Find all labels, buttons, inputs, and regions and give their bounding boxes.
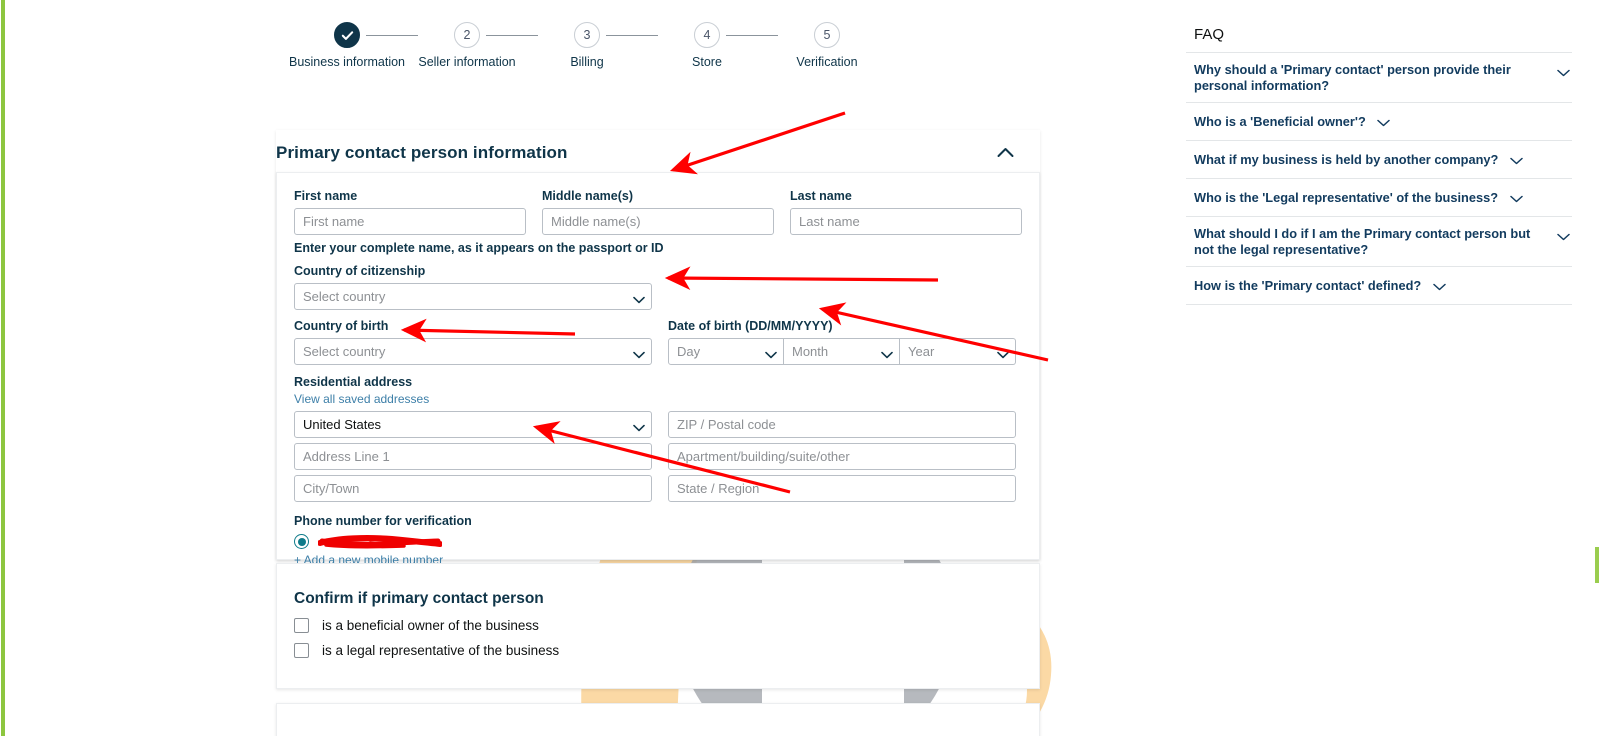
faq-question: What should I do if I am the Primary con…: [1194, 226, 1531, 257]
chevron-up-icon[interactable]: [993, 142, 1018, 165]
dob-day-select[interactable]: Day: [668, 338, 784, 365]
address-country-select[interactable]: United States: [294, 411, 652, 438]
left-accent-rail: [1, 0, 5, 736]
address-country-wrap: United States: [294, 411, 652, 438]
phone-number-option[interactable]: [294, 534, 1022, 549]
chevron-down-icon: [1509, 188, 1523, 208]
dob-month-wrap: Month: [784, 338, 900, 365]
city-input[interactable]: [294, 475, 652, 502]
date-of-birth-label: Date of birth (DD/MM/YYYY): [668, 319, 833, 333]
page-title: Primary contact person information: [276, 143, 568, 162]
faq-panel: FAQ Why should a 'Primary contact' perso…: [1186, 20, 1572, 305]
name-help-text: Enter your complete name, as it appears …: [294, 241, 664, 255]
zip-input[interactable]: [668, 411, 1016, 438]
name-fields-row: First name Middle name(s) Last name: [294, 189, 1022, 235]
faq-item-primary-contact-personal-info[interactable]: Why should a 'Primary contact' person pr…: [1186, 53, 1572, 103]
country-citizenship-select-wrap: Select country: [294, 283, 652, 310]
address-line1-input[interactable]: [294, 443, 652, 470]
page-root: Business information 2 Seller informatio…: [0, 0, 1600, 736]
country-citizenship-group: Country of citizenship Select country: [294, 264, 652, 310]
step-store[interactable]: 4 Store: [642, 22, 772, 69]
date-of-birth-selects: Day Month Year: [668, 338, 1016, 365]
next-section-card: [276, 703, 1040, 736]
step-label: Business information: [288, 55, 406, 69]
beneficial-owner-label: is a beneficial owner of the business: [322, 618, 539, 633]
chevron-down-icon: [1557, 226, 1570, 246]
confirm-primary-contact-card: Confirm if primary contact person is a b…: [276, 563, 1040, 689]
step-number: 4: [694, 22, 720, 48]
birth-row: Country of birth Select country Date of …: [294, 319, 1022, 365]
chevron-down-icon: [1432, 276, 1446, 296]
step-seller-information[interactable]: 2 Seller information: [402, 22, 532, 69]
middle-name-group: Middle name(s): [542, 189, 774, 235]
faq-item-beneficial-owner[interactable]: Who is a 'Beneficial owner'?: [1186, 103, 1572, 141]
state-region-input[interactable]: [668, 475, 1016, 502]
step-business-information[interactable]: Business information: [282, 22, 412, 69]
faq-item-legal-representative[interactable]: Who is the 'Legal representative' of the…: [1186, 179, 1572, 217]
confirm-option-beneficial-owner[interactable]: is a beneficial owner of the business: [294, 618, 1039, 633]
country-birth-select-wrap: Select country: [294, 338, 652, 365]
dob-year-wrap: Year: [900, 338, 1016, 365]
step-label: Verification: [796, 55, 858, 69]
redacted-phone-number: [318, 535, 442, 549]
last-name-input[interactable]: [790, 208, 1022, 235]
first-name-label: First name: [294, 189, 358, 203]
faq-question: Who is a 'Beneficial owner'?: [1194, 114, 1366, 130]
faq-question: Why should a 'Primary contact' person pr…: [1194, 62, 1511, 93]
phone-verification-label: Phone number for verification: [294, 514, 472, 528]
apartment-input[interactable]: [668, 443, 1016, 470]
last-name-label: Last name: [790, 189, 852, 203]
primary-contact-card: Primary contact person information First…: [276, 130, 1040, 567]
right-accent-rail: [1595, 547, 1599, 583]
beneficial-owner-checkbox[interactable]: [294, 618, 309, 633]
step-number: 2: [454, 22, 480, 48]
confirm-title: Confirm if primary contact person: [294, 590, 544, 607]
first-name-input[interactable]: [294, 208, 526, 235]
dob-year-select[interactable]: Year: [900, 338, 1016, 365]
faq-item-business-held-by-company[interactable]: What if my business is held by another c…: [1186, 141, 1572, 179]
phone-radio-selected[interactable]: [294, 534, 309, 549]
registration-stepper: Business information 2 Seller informatio…: [276, 22, 976, 94]
faq-question: What if my business is held by another c…: [1194, 152, 1499, 168]
faq-item-primary-contact-defined[interactable]: How is the 'Primary contact' defined?: [1186, 267, 1572, 305]
first-name-group: First name: [294, 189, 526, 235]
legal-representative-checkbox[interactable]: [294, 643, 309, 658]
faq-question: Who is the 'Legal representative' of the…: [1194, 190, 1499, 206]
middle-name-input[interactable]: [542, 208, 774, 235]
chevron-down-icon: [1377, 112, 1390, 132]
step-number: 5: [814, 22, 840, 48]
check-icon: [334, 22, 360, 48]
step-verification[interactable]: 5 Verification: [762, 22, 892, 69]
dob-month-select[interactable]: Month: [784, 338, 900, 365]
primary-contact-form: First name Middle name(s) Last name Ente…: [276, 172, 1040, 567]
middle-name-label: Middle name(s): [542, 189, 633, 203]
step-billing[interactable]: 3 Billing: [522, 22, 652, 69]
faq-question: How is the 'Primary contact' defined?: [1194, 278, 1422, 294]
step-number: 3: [574, 22, 600, 48]
view-saved-addresses-link[interactable]: View all saved addresses: [294, 392, 429, 406]
step-label: Seller information: [418, 55, 516, 69]
faq-title: FAQ: [1186, 20, 1572, 53]
chevron-down-icon: [1557, 62, 1570, 82]
country-birth-group: Country of birth Select country: [294, 319, 652, 365]
country-citizenship-select[interactable]: Select country: [294, 283, 652, 310]
chevron-down-icon: [1510, 150, 1523, 170]
residential-address-label: Residential address: [294, 375, 413, 389]
faq-item-not-legal-representative[interactable]: What should I do if I am the Primary con…: [1186, 217, 1572, 267]
last-name-group: Last name: [790, 189, 1022, 235]
date-of-birth-group: Date of birth (DD/MM/YYYY) Day Month Yea…: [668, 319, 1016, 365]
primary-contact-header: Primary contact person information: [276, 130, 1040, 176]
step-label: Store: [692, 55, 722, 69]
confirm-card-body: Confirm if primary contact person is a b…: [277, 564, 1039, 658]
country-birth-select[interactable]: Select country: [294, 338, 652, 365]
legal-representative-label: is a legal representative of the busines…: [322, 643, 560, 658]
address-grid: United States: [294, 411, 1022, 502]
country-birth-label: Country of birth: [294, 319, 389, 333]
step-label: Billing: [570, 55, 604, 69]
country-citizenship-label: Country of citizenship: [294, 264, 426, 278]
dob-day-wrap: Day: [668, 338, 784, 365]
confirm-option-legal-representative[interactable]: is a legal representative of the busines…: [294, 643, 1039, 658]
